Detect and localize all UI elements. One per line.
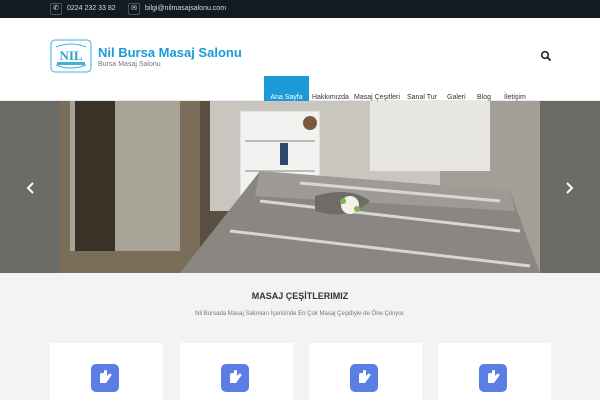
site-tagline: Bursa Masaj Salonu xyxy=(98,61,161,68)
service-card[interactable] xyxy=(50,343,163,403)
envelope-icon: ✉ xyxy=(128,3,140,15)
massage-room-photo xyxy=(60,101,540,273)
top-bar: ✆ 0224 232 33 82 ✉ bilgi@nilmasajsalonu.… xyxy=(0,0,600,18)
svg-text:NIL: NIL xyxy=(59,48,82,63)
massage-hands-icon xyxy=(350,364,378,392)
slider-next-button[interactable] xyxy=(562,181,576,195)
service-card[interactable] xyxy=(180,343,293,403)
site-logo[interactable]: NIL xyxy=(50,39,92,73)
services-subtitle: Nil Bursada Masaj Salonları İçerisinde E… xyxy=(195,311,405,317)
massage-hands-icon xyxy=(91,364,119,392)
email-address[interactable]: bilgi@nilmasajsalonu.com xyxy=(145,4,226,14)
chevron-left-icon xyxy=(26,182,34,194)
service-card[interactable] xyxy=(438,343,551,403)
site-header: NIL Nil Bursa Masaj Salonu Bursa Masaj S… xyxy=(0,18,600,119)
services-title: MASAJ ÇEŞİTLERIMIZ xyxy=(251,291,349,301)
hero-slider[interactable] xyxy=(0,101,600,273)
massage-hands-icon xyxy=(221,364,249,392)
search-icon[interactable] xyxy=(540,50,552,62)
service-card[interactable] xyxy=(309,343,422,403)
chevron-right-icon xyxy=(566,182,574,194)
phone-number[interactable]: 0224 232 33 82 xyxy=(67,4,116,14)
massage-hands-icon xyxy=(479,364,507,392)
site-title[interactable]: Nil Bursa Masaj Salonu xyxy=(98,45,242,60)
slider-prev-button[interactable] xyxy=(24,181,38,195)
phone-icon: ✆ xyxy=(50,3,62,15)
